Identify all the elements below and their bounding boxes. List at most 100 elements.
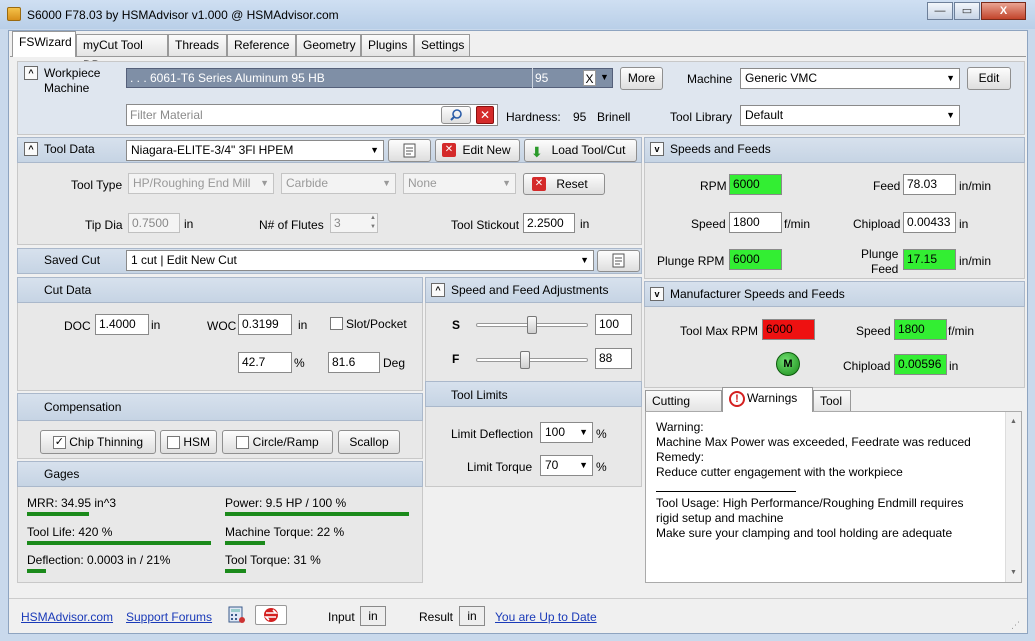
load-tool-cut-label: Load Tool/Cut <box>551 143 626 157</box>
speed-output[interactable]: 1800 <box>729 212 782 233</box>
scroll-up-icon[interactable]: ▲ <box>1010 418 1017 425</box>
stickout-input[interactable]: 2.2500 <box>523 213 575 233</box>
machine-select[interactable]: Generic VMC ▼ <box>740 68 960 89</box>
limit-torque-select[interactable]: 70 ▼ <box>540 455 593 476</box>
manufacturer-badge-icon[interactable]: M <box>776 352 800 376</box>
chevron-down-icon: ▼ <box>580 255 589 265</box>
adjustments-title: Speed and Feed Adjustments <box>451 283 609 297</box>
tool-details-button[interactable] <box>388 139 431 162</box>
machine-label-left: Machine <box>44 81 90 95</box>
saved-cut-select[interactable]: 1 cut | Edit New Cut ▼ <box>126 250 594 271</box>
hsm-toggle[interactable]: HSM <box>160 430 217 454</box>
manufacturer-title: Manufacturer Speeds and Feeds <box>670 287 845 301</box>
tab-mycut-tool-db[interactable]: myCut Tool DB <box>76 34 168 72</box>
chevron-down-icon[interactable]: ▼ <box>600 72 609 82</box>
tab-warnings-label: Warnings <box>747 391 798 405</box>
machine-torque-gage-label: Machine Torque: 22 % <box>225 525 345 539</box>
tab-threads[interactable]: Threads <box>168 34 227 56</box>
search-button[interactable] <box>441 106 471 124</box>
load-tool-cut-button[interactable]: ⬇ Load Tool/Cut <box>524 139 637 162</box>
circle-ramp-toggle[interactable]: Circle/Ramp <box>222 430 333 454</box>
reset-button[interactable]: ✕ Reset <box>523 173 605 195</box>
slot-pocket-checkbox[interactable] <box>330 317 343 330</box>
speeds-feeds-title: Speeds and Feeds <box>670 142 771 156</box>
collapse-tool-data-button[interactable]: ^ <box>24 142 38 156</box>
collapse-workpiece-button[interactable]: ^ <box>24 66 38 80</box>
edit-new-label: Edit New <box>462 143 511 157</box>
scallop-button[interactable]: Scallop <box>338 430 400 454</box>
flutes-label: N# of Flutes <box>259 218 324 232</box>
feed-adjust-input[interactable]: 88 <box>595 348 632 369</box>
tool-max-rpm-output: 6000 <box>762 319 815 340</box>
chip-thinning-checkbox[interactable]: ✓ <box>52 436 66 450</box>
feed-slider-track[interactable] <box>476 358 588 362</box>
warning-line-7: Make sure your clamping and tool holding… <box>656 526 953 540</box>
clear-filter-icon[interactable]: ✕ <box>476 106 494 124</box>
tool-life-gage-bar <box>27 541 211 545</box>
tab-geometry[interactable]: Geometry <box>296 34 361 56</box>
plunge-feed-output: 17.15 <box>903 249 956 270</box>
workpiece-label: Workpiece <box>44 66 101 80</box>
input-unit-toggle[interactable]: in <box>360 606 386 626</box>
speed-adjust-input[interactable]: 100 <box>595 314 632 335</box>
mrr-gage-label: MRR: 34.95 in^3 <box>27 496 117 510</box>
hsmadvisor-link[interactable]: HSMAdvisor.com <box>21 610 113 624</box>
saved-cut-details-button[interactable] <box>597 250 640 272</box>
tab-fswizard[interactable]: FSWizard <box>12 31 76 57</box>
collapse-adjustments-button[interactable]: ^ <box>431 283 445 297</box>
tool-type-select[interactable]: HP/Roughing End Mill ▼ <box>128 173 274 194</box>
tab-reference[interactable]: Reference <box>227 34 296 56</box>
doc-input[interactable]: 1.4000 <box>95 314 149 335</box>
hardness-value: 95 <box>573 110 587 124</box>
support-forums-link[interactable]: Support Forums <box>126 610 212 624</box>
more-button[interactable]: More <box>620 67 663 90</box>
hsm-checkbox[interactable] <box>166 436 180 450</box>
tab-plugins[interactable]: Plugins <box>361 34 414 56</box>
warning-icon: ! <box>729 391 745 407</box>
plunge-rpm-output: 6000 <box>729 249 782 270</box>
units-toggle-button[interactable] <box>255 605 287 625</box>
close-button[interactable]: X <box>981 2 1026 20</box>
tab-settings[interactable]: Settings <box>414 34 470 56</box>
collapse-speeds-feeds-button[interactable]: v <box>650 142 664 156</box>
material-divider <box>532 68 533 88</box>
tab-cutting-data[interactable]: Cutting Data <box>645 390 722 428</box>
maximize-button[interactable]: ▭ <box>954 2 980 20</box>
circle-ramp-checkbox[interactable] <box>236 436 250 450</box>
chip-thinning-toggle[interactable]: ✓ Chip Thinning <box>40 430 156 454</box>
mfr-speed-unit: f/min <box>948 324 975 338</box>
mfr-speed-label: Speed <box>856 324 891 338</box>
warnings-scrollbar[interactable]: ▲ ▼ <box>1005 412 1021 582</box>
scroll-down-icon[interactable]: ▼ <box>1010 569 1017 576</box>
clear-material-button[interactable]: X <box>583 70 596 86</box>
tool-material-select[interactable]: Carbide ▼ <box>281 173 396 194</box>
feed-output[interactable]: 78.03 <box>903 174 956 195</box>
collapse-manufacturer-button[interactable]: v <box>650 287 664 301</box>
tool-library-select[interactable]: Default ▼ <box>740 105 960 126</box>
resize-grip-icon[interactable]: ⋰ <box>1011 620 1023 632</box>
tool-select[interactable]: Niagara-ELITE-3/4" 3Fl HPEM ▼ <box>126 140 384 161</box>
tool-type-value: HP/Roughing End Mill <box>133 176 251 190</box>
woc-percent-input[interactable]: 42.7 <box>238 352 292 373</box>
limit-deflection-select[interactable]: 100 ▼ <box>540 422 593 443</box>
edit-machine-button[interactable]: Edit <box>967 67 1011 90</box>
tip-dia-input[interactable]: 0.7500 <box>128 213 180 233</box>
calculator-icon[interactable] <box>228 606 246 624</box>
tool-coating-select[interactable]: None ▼ <box>403 173 516 194</box>
result-unit-toggle[interactable]: in <box>459 606 485 626</box>
limit-deflection-value: 100 <box>545 425 566 439</box>
feed-slider-thumb[interactable] <box>520 351 531 369</box>
material-hb: 95 <box>535 71 549 85</box>
speed-slider-thumb[interactable] <box>527 316 537 334</box>
woc-input[interactable]: 0.3199 <box>238 314 292 335</box>
update-status-link[interactable]: You are Up to Date <box>495 610 597 624</box>
engagement-angle-input[interactable]: 81.6 <box>328 352 380 373</box>
mfr-chipload-output: 0.00596 <box>894 354 947 375</box>
tab-tool[interactable]: Tool <box>813 390 851 411</box>
stepper-arrows-icon[interactable]: ▲ ▼ <box>370 214 376 232</box>
minimize-button[interactable]: — <box>927 2 953 20</box>
tab-warnings[interactable]: ! Warnings <box>722 387 813 412</box>
flutes-stepper[interactable]: 3 ▲ ▼ <box>330 213 378 233</box>
edit-new-button[interactable]: ✕ Edit New <box>435 139 520 162</box>
chipload-output[interactable]: 0.00433 <box>903 212 956 233</box>
